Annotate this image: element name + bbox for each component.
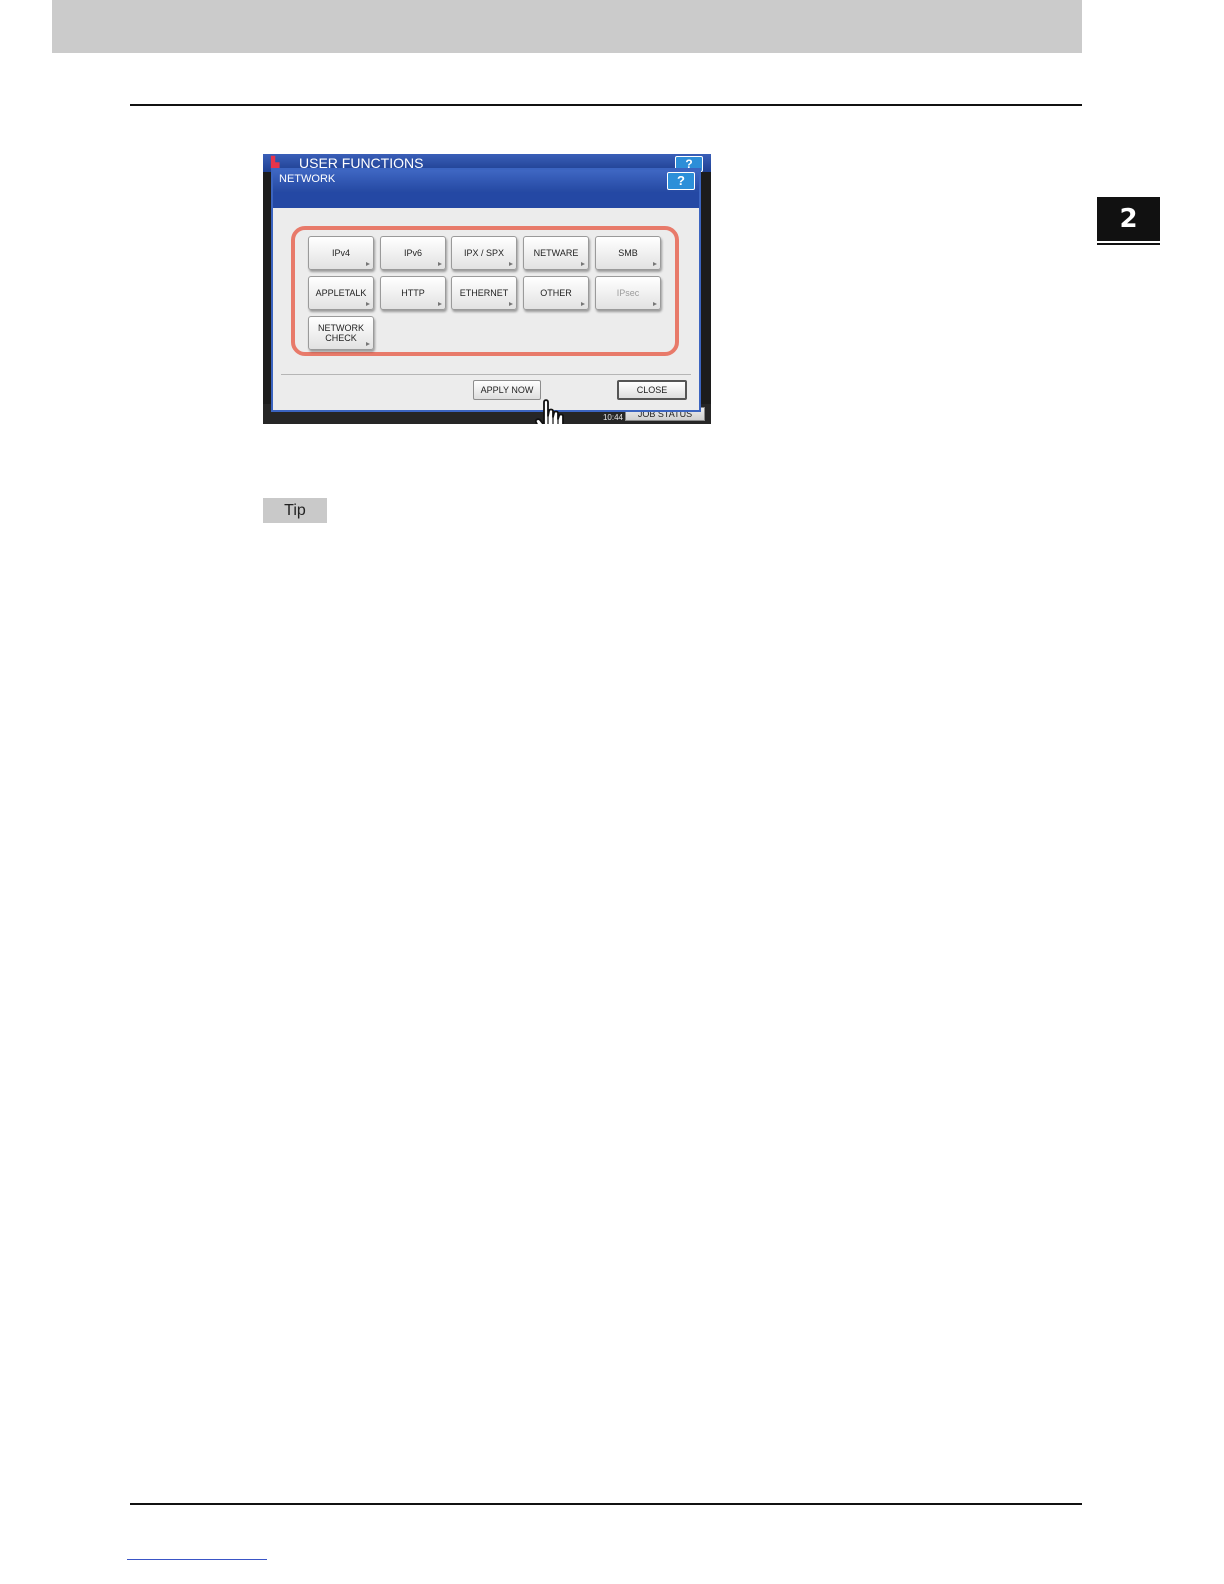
ipsec-button[interactable]: IPsec [595, 276, 661, 310]
dialog-separator [281, 374, 691, 375]
device-screenshot: ▙ USER FUNCTIONS ? 10:44 JOB STATUS NETW… [263, 154, 711, 424]
status-clock: 10:44 [602, 413, 623, 422]
dialog-title: NETWORK [279, 173, 336, 185]
page-header-bar [52, 0, 1082, 53]
dialog-subheader-band [273, 192, 699, 208]
chapter-tab-underline [1097, 243, 1160, 245]
apply-now-button[interactable]: APPLY NOW [473, 380, 541, 400]
appletalk-button[interactable]: APPLETALK [308, 276, 374, 310]
network-dialog: NETWORK ? IPv4 IPv6 IPX / SPX NETWARE SM… [271, 168, 701, 424]
chapter-tab: 2 [1097, 197, 1160, 241]
dialog-titlebar: NETWORK ? [273, 170, 699, 192]
dialog-help-button[interactable]: ? [667, 172, 695, 190]
tip-label: Tip [263, 498, 327, 523]
smb-button[interactable]: SMB [595, 236, 661, 270]
ipv4-button[interactable]: IPv4 [308, 236, 374, 270]
footer-rule [130, 1503, 1082, 1505]
ethernet-button[interactable]: ETHERNET [451, 276, 517, 310]
http-button[interactable]: HTTP [380, 276, 446, 310]
other-button[interactable]: OTHER [523, 276, 589, 310]
close-button[interactable]: CLOSE [617, 380, 687, 400]
netware-button[interactable]: NETWARE [523, 236, 589, 270]
ipx-spx-button[interactable]: IPX / SPX [451, 236, 517, 270]
ipv6-button[interactable]: IPv6 [380, 236, 446, 270]
footer-link-underline[interactable] [127, 1559, 267, 1560]
pointing-hand-icon [535, 399, 564, 424]
network-check-button[interactable]: NETWORK CHECK [308, 316, 374, 350]
header-rule [130, 104, 1082, 106]
